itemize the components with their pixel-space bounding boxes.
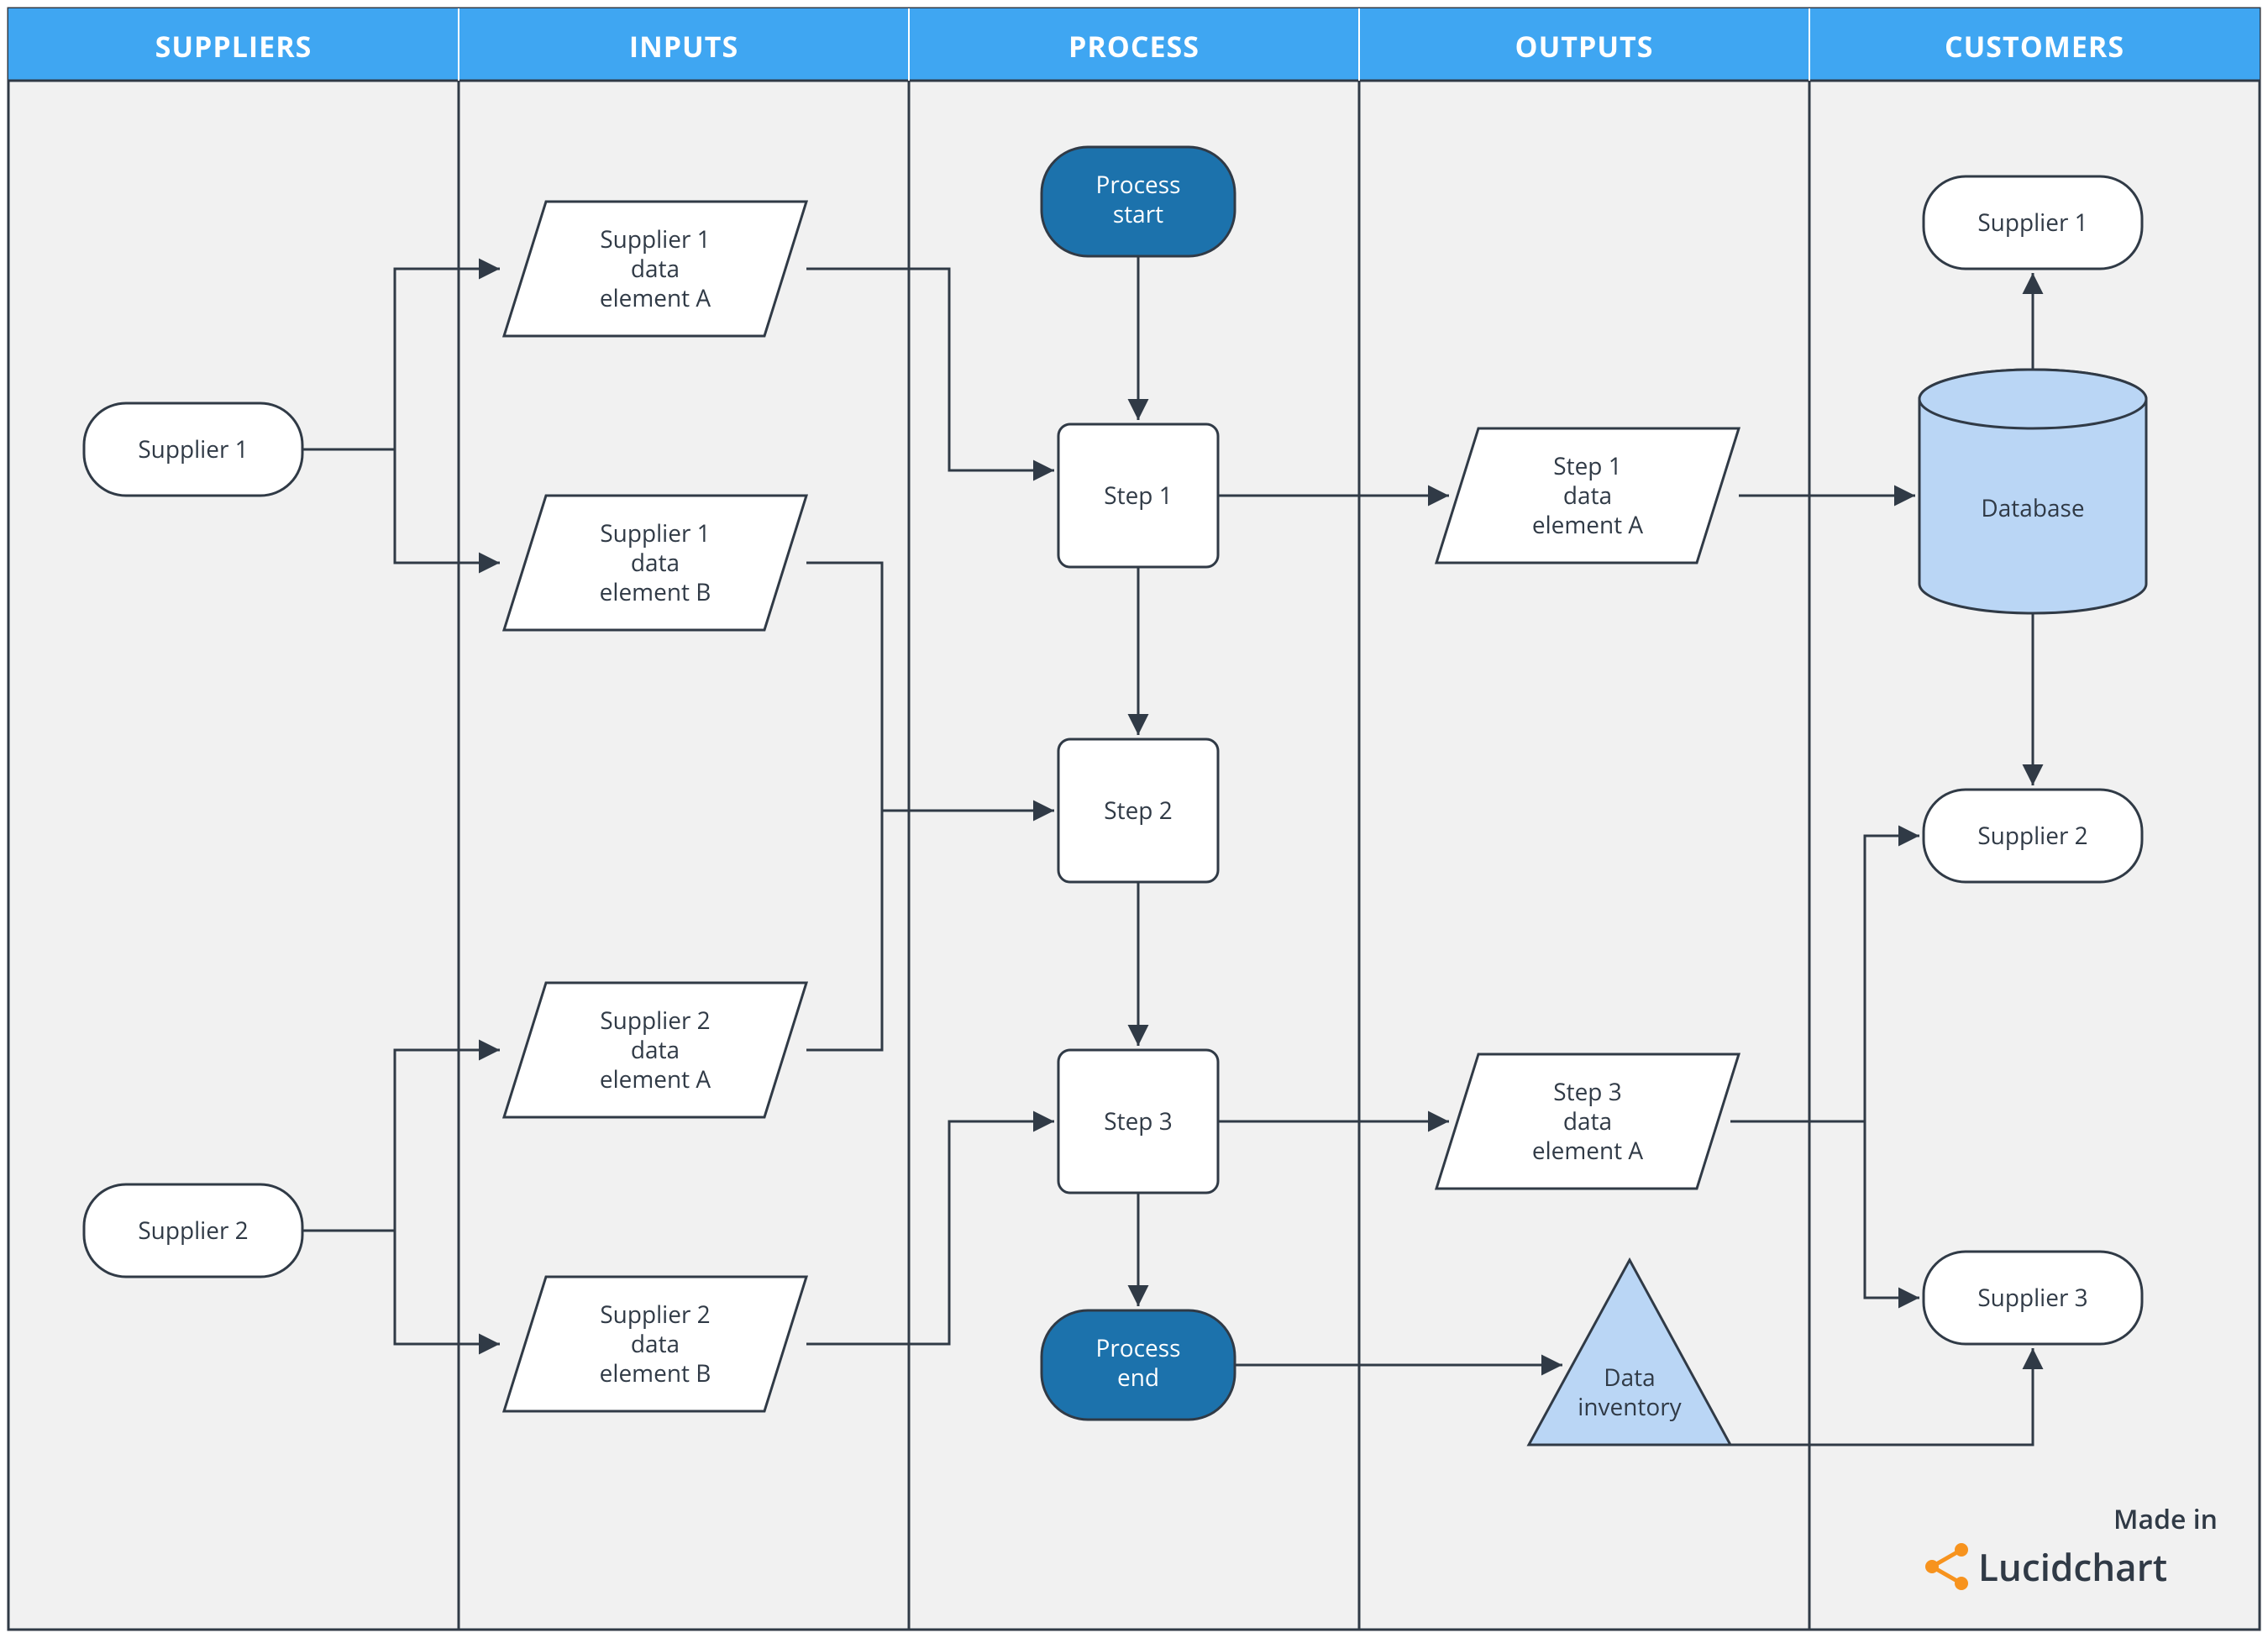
label-supplier-1: Supplier 1 — [138, 433, 248, 465]
label-step-2: Step 2 — [1104, 795, 1172, 827]
label-input-s2b-l2: data — [631, 1328, 680, 1360]
label-input-s2a-l3: element A — [600, 1063, 711, 1095]
node-database — [1919, 370, 2146, 613]
branding-lucidchart: Lucidchart — [1978, 1541, 2167, 1592]
label-customer-2: Supplier 2 — [1977, 820, 2087, 852]
label-input-s2b-l3: element B — [600, 1357, 711, 1389]
label-input-s1b-l3: element B — [600, 576, 711, 608]
col-header-suppliers: SUPPLIERS — [155, 27, 312, 66]
label-input-s1a-l2: data — [631, 253, 680, 285]
label-customer-1: Supplier 1 — [1977, 207, 2087, 239]
label-out1-l2: data — [1563, 480, 1612, 512]
label-inventory-l2: inventory — [1578, 1391, 1682, 1423]
label-customer-3: Supplier 3 — [1977, 1282, 2087, 1314]
col-header-customers: CUSTOMERS — [1945, 27, 2124, 66]
col-header-inputs: INPUTS — [629, 27, 738, 66]
label-process-start-l2: start — [1113, 198, 1163, 230]
label-step-1: Step 1 — [1104, 480, 1172, 512]
label-process-end-l1: Process — [1096, 1332, 1181, 1364]
label-inventory-l1: Data — [1604, 1362, 1655, 1394]
label-supplier-2: Supplier 2 — [138, 1215, 248, 1247]
label-process-end-l2: end — [1117, 1362, 1159, 1394]
label-step-3: Step 3 — [1104, 1105, 1172, 1137]
label-out3-l2: data — [1563, 1105, 1612, 1137]
label-input-s1b-l1: Supplier 1 — [600, 517, 710, 549]
label-database: Database — [1981, 492, 2084, 524]
label-out3-l1: Step 3 — [1553, 1076, 1621, 1108]
label-out3-l3: element A — [1532, 1135, 1644, 1167]
label-input-s2b-l1: Supplier 2 — [600, 1299, 710, 1331]
label-input-s1a-l3: element A — [600, 282, 711, 314]
col-header-outputs: OUTPUTS — [1515, 27, 1654, 66]
label-input-s2a-l1: Supplier 2 — [600, 1005, 710, 1037]
diagram-stage: SUPPLIERS INPUTS PROCESS OUTPUTS CUSTOME… — [0, 0, 2268, 1638]
branding-madein: Made in — [2113, 1501, 2218, 1537]
label-out1-l3: element A — [1532, 509, 1644, 541]
label-input-s1b-l2: data — [631, 547, 680, 579]
label-input-s1a-l1: Supplier 1 — [600, 223, 710, 255]
label-input-s2a-l2: data — [631, 1034, 680, 1066]
col-header-process: PROCESS — [1068, 27, 1200, 66]
label-out1-l1: Step 1 — [1553, 450, 1621, 482]
label-process-start-l1: Process — [1096, 169, 1181, 201]
